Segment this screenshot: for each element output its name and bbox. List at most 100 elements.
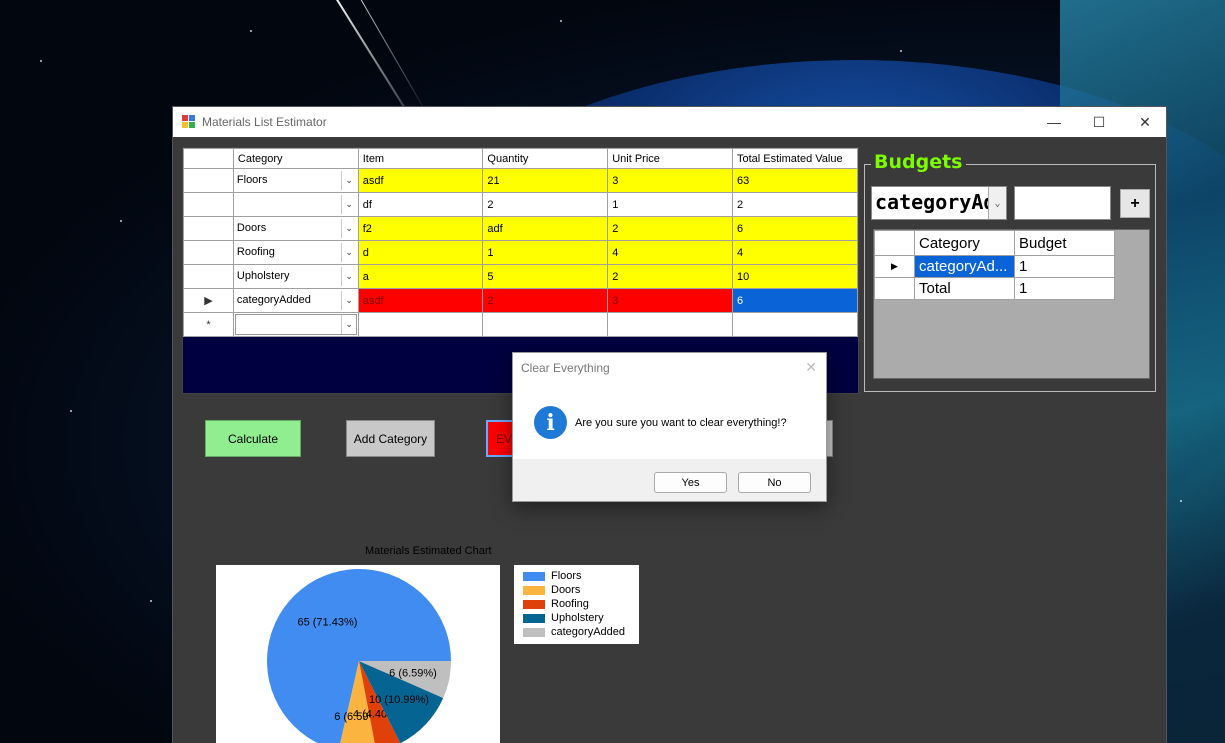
item-cell[interactable]: a <box>357 264 484 289</box>
row-header[interactable] <box>183 240 234 265</box>
maximize-button[interactable]: ☐ <box>1076 107 1122 137</box>
current-row-marker[interactable]: ▶ <box>874 255 915 278</box>
row-header[interactable] <box>183 192 234 217</box>
chevron-down-icon[interactable]: ⌄ <box>340 267 357 286</box>
chevron-down-icon[interactable]: ⌄ <box>340 219 357 238</box>
chevron-down-icon[interactable]: ⌄ <box>340 243 357 262</box>
minimize-button[interactable]: — <box>1031 107 1077 137</box>
yes-button[interactable]: Yes <box>654 472 727 493</box>
table-row[interactable]: Upholstery ⌄ a 5 2 10 <box>183 264 858 289</box>
column-header-quantity[interactable]: Quantity <box>482 148 609 169</box>
budget-header-row: Category Budget <box>874 230 1115 256</box>
row-header[interactable] <box>183 216 234 241</box>
legend-swatch <box>523 571 545 581</box>
budget-category-combo[interactable]: categoryAdded ⌄ <box>871 186 1007 220</box>
title-bar[interactable]: Materials List Estimator — ☐ ✕ <box>173 107 1166 137</box>
total-cell[interactable] <box>732 312 858 337</box>
category-combo[interactable]: Roofing ⌄ <box>232 240 359 265</box>
table-row[interactable]: Roofing ⌄ d 1 4 4 <box>183 240 858 265</box>
total-cell[interactable]: 4 <box>732 240 858 265</box>
budget-value-cell[interactable]: 1 <box>1014 277 1115 300</box>
column-header-total[interactable]: Total Estimated Value <box>732 148 858 169</box>
category-value: categoryAdded <box>236 294 311 306</box>
budget-row[interactable]: Total 1 <box>874 277 1115 300</box>
column-header-category[interactable]: Category <box>232 148 359 169</box>
no-button[interactable]: No <box>738 472 811 493</box>
row-header[interactable] <box>874 277 915 300</box>
quantity-cell[interactable]: 5 <box>482 264 609 289</box>
legend-label: categoryAdded <box>551 626 625 638</box>
item-cell[interactable]: df <box>357 192 484 217</box>
quantity-cell[interactable]: adf <box>482 216 609 241</box>
column-header-budget[interactable]: Budget <box>1014 230 1115 256</box>
budget-category-cell[interactable]: Total <box>914 277 1015 300</box>
budget-value-cell[interactable]: 1 <box>1014 255 1115 278</box>
category-combo[interactable]: Floors ⌄ <box>232 168 359 193</box>
row-header[interactable] <box>183 168 234 193</box>
category-value: Roofing <box>236 246 275 258</box>
star <box>250 30 252 32</box>
add-category-button[interactable]: Add Category <box>346 420 435 457</box>
legend-item: Doors <box>523 583 639 597</box>
column-header-item[interactable]: Item <box>357 148 484 169</box>
add-budget-button[interactable]: + <box>1120 189 1150 218</box>
legend-swatch <box>523 627 545 637</box>
unit-price-cell[interactable] <box>607 312 733 337</box>
table-row-current[interactable]: ▶ categoryAdded ⌄ asdf 2 3 6 <box>183 288 858 313</box>
table-row[interactable]: Floors ⌄ asdf 21 3 63 <box>183 168 858 193</box>
chevron-down-icon[interactable]: ⌄ <box>340 315 357 334</box>
row-header-corner <box>874 230 915 256</box>
unit-price-cell[interactable]: 3 <box>607 288 733 313</box>
total-cell[interactable]: 2 <box>732 192 858 217</box>
total-cell[interactable]: 10 <box>732 264 858 289</box>
item-cell[interactable]: f2 <box>357 216 484 241</box>
current-row-marker[interactable]: ▶ <box>183 288 234 313</box>
close-button[interactable]: ✕ <box>1122 107 1168 137</box>
total-cell[interactable]: 63 <box>732 168 858 193</box>
chevron-down-icon[interactable]: ⌄ <box>340 291 357 310</box>
table-row[interactable]: Doors ⌄ f2 adf 2 6 <box>183 216 858 241</box>
unit-price-cell[interactable]: 2 <box>607 264 733 289</box>
budget-amount-input[interactable] <box>1014 186 1111 220</box>
chevron-down-icon[interactable]: ⌄ <box>988 187 1006 219</box>
star <box>40 60 42 62</box>
calculate-button[interactable]: Calculate <box>205 420 301 457</box>
column-header-category[interactable]: Category <box>914 230 1015 256</box>
category-combo[interactable]: Doors ⌄ <box>232 216 359 241</box>
total-cell[interactable]: 6 <box>732 216 858 241</box>
row-header[interactable] <box>183 264 234 289</box>
item-cell[interactable]: d <box>357 240 484 265</box>
budget-table: Category Budget ▶ categoryAd... 1 Total … <box>874 230 1115 300</box>
chevron-down-icon[interactable]: ⌄ <box>340 171 357 190</box>
new-row-marker[interactable]: * <box>183 312 234 337</box>
item-cell[interactable]: asdf <box>357 288 484 313</box>
item-cell[interactable]: asdf <box>357 168 484 193</box>
new-row[interactable]: * ⌄ <box>183 312 858 337</box>
quantity-cell[interactable]: 1 <box>482 240 609 265</box>
unit-price-cell[interactable]: 2 <box>607 216 733 241</box>
budget-category-cell[interactable]: categoryAd... <box>914 255 1015 278</box>
chart-title: Materials Estimated Chart <box>365 545 492 557</box>
legend-swatch <box>523 613 545 623</box>
unit-price-cell[interactable]: 1 <box>607 192 733 217</box>
budget-grid[interactable]: Category Budget ▶ categoryAd... 1 Total … <box>873 229 1150 379</box>
table-row[interactable]: ⌄ df 2 1 2 <box>183 192 858 217</box>
quantity-cell[interactable]: 21 <box>482 168 609 193</box>
materials-table: Category Item Quantity Unit Price Total … <box>183 148 858 337</box>
column-header-unit-price[interactable]: Unit Price <box>607 148 733 169</box>
quantity-cell[interactable]: 2 <box>482 288 609 313</box>
category-combo[interactable]: ⌄ <box>232 192 359 217</box>
category-combo[interactable]: categoryAdded ⌄ <box>232 288 359 313</box>
budget-row[interactable]: ▶ categoryAd... 1 <box>874 255 1115 278</box>
quantity-cell[interactable]: 2 <box>482 192 609 217</box>
category-combo[interactable]: Upholstery ⌄ <box>232 264 359 289</box>
quantity-cell[interactable] <box>482 312 609 337</box>
category-combo[interactable]: ⌄ <box>232 312 359 337</box>
unit-price-cell[interactable]: 4 <box>607 240 733 265</box>
close-icon[interactable]: ✕ <box>805 359 817 376</box>
legend-label: Doors <box>551 584 581 596</box>
unit-price-cell[interactable]: 3 <box>607 168 733 193</box>
total-cell-selected[interactable]: 6 <box>732 288 858 313</box>
chevron-down-icon[interactable]: ⌄ <box>340 195 357 214</box>
item-cell[interactable] <box>357 312 484 337</box>
